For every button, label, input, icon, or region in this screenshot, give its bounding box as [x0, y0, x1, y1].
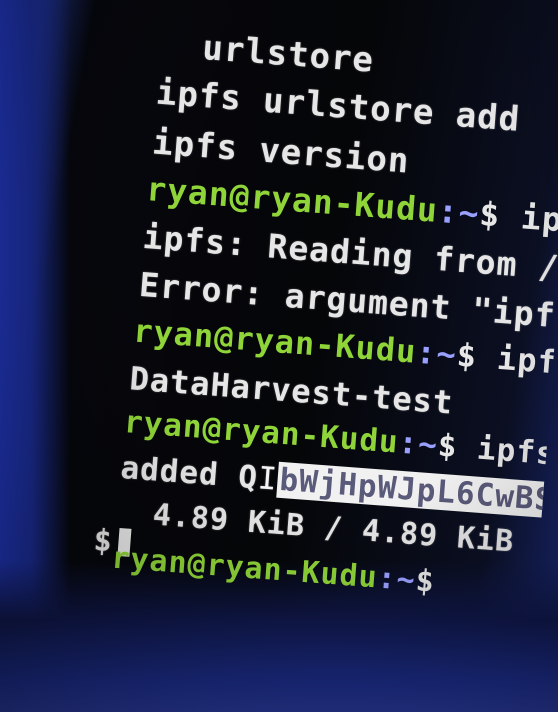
terminal-window[interactable]: urlstore ipfs urlstore add ipfs version … [12, 0, 558, 663]
prompt-user: ryan@ryan-Kudu [110, 540, 379, 596]
prompt-path: :~ [376, 560, 417, 599]
command-text: ipfs file [495, 338, 558, 383]
prompt-dollar: $ [414, 563, 436, 600]
